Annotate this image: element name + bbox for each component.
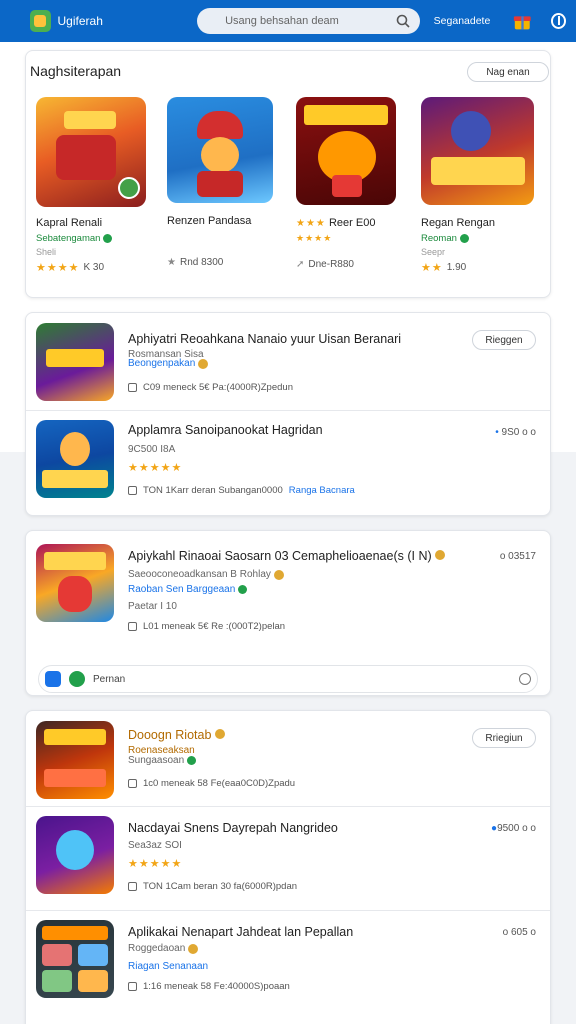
app-developer: Reoman: [421, 233, 546, 244]
action-chip-bar[interactable]: Pernan: [38, 665, 538, 693]
app-category: Sheli: [36, 247, 57, 257]
app-subtitle: Roggedaoan: [128, 943, 199, 954]
chip-label[interactable]: Pernan: [93, 674, 125, 685]
app-meta: L01 meneak 5€ Re :(000T2)pelan: [128, 621, 285, 632]
verified-icon: [459, 234, 469, 243]
search-icon[interactable]: [396, 14, 410, 28]
app-icon[interactable]: [36, 544, 114, 622]
featured-title: Naghsiterapan: [30, 63, 122, 79]
app-rating: ★★ 1.90: [421, 262, 467, 274]
verified-icon: [103, 234, 113, 243]
app-rating: ★★★★ K 30: [36, 262, 105, 274]
app-icon[interactable]: [167, 97, 273, 203]
list-item[interactable]: Aphiyatri Reoahkana Nanaio yuur Uisan Be…: [26, 313, 550, 411]
app-rating: ★★★★★: [128, 858, 183, 870]
app-subtitle: Sea3az SOI: [128, 840, 182, 851]
share-icon: [128, 486, 137, 495]
app-meta: 1c0 meneak 58 Fe(eaa0C0D)Zpadu: [128, 778, 295, 789]
app-icon[interactable]: [421, 97, 534, 205]
verified-icon: [238, 585, 248, 594]
price-label[interactable]: o 03517: [500, 551, 536, 562]
play-icon[interactable]: [69, 671, 85, 687]
featured-app-1[interactable]: Kapral Renali Sebatengaman Sheli ★★★★ K 3…: [36, 97, 161, 274]
app-title[interactable]: Applamra Sanoipanookat Hagridan: [128, 423, 323, 437]
app-meta: TON 1Karr deran Subangan0000 Ranga Bacnar…: [128, 485, 355, 496]
list-item[interactable]: Dooogn Riotab Roenaseaksan Sungaasoan 1c…: [26, 711, 550, 807]
list-item[interactable]: Apiykahl Rinaoai Saosarn 03 Cemaphelioae…: [26, 531, 550, 659]
app-name[interactable]: Ugiferah: [58, 14, 133, 28]
app-rating-stars: ★★★★: [296, 233, 333, 243]
emoji-icon: [214, 729, 225, 739]
app-list-card-1: Aphiyatri Reoahkana Nanaio yuur Uisan Be…: [25, 312, 551, 516]
app-icon[interactable]: [36, 323, 114, 401]
app-icon[interactable]: [296, 97, 396, 205]
app-category: Seepr: [421, 247, 446, 257]
app-rating: ➚ Dne-R880: [296, 259, 354, 270]
app-developer[interactable]: Riagan Senanaan: [128, 961, 208, 972]
app-subtitle: Saeooconeoadkansan B Rohlay: [128, 569, 284, 580]
price-label[interactable]: • 9S0 o o: [495, 427, 536, 438]
app-meta: TON 1Cam beran 30 fa(6000R)pdan: [128, 881, 297, 892]
app-store-icon[interactable]: [45, 671, 61, 687]
app-name: ★★★ Reer E00: [296, 217, 376, 229]
app-icon[interactable]: [36, 420, 114, 498]
app-developer[interactable]: Sungaasoan: [128, 755, 197, 766]
featured-app-3[interactable]: ★★★ Reer E00 ★★★★ ➚ Dne-R880: [296, 97, 421, 270]
app-rating: ★★★★★: [128, 462, 183, 474]
app-developer[interactable]: Beongenpakan: [128, 358, 209, 369]
app-title[interactable]: Nacdayai Snens Dayrepah Nangrideo: [128, 821, 338, 835]
search-placeholder: Usang behsahan deam: [225, 15, 339, 27]
emoji-icon: [198, 358, 209, 369]
app-list-card-2: Apiykahl Rinaoai Saosarn 03 Cemaphelioae…: [25, 530, 551, 696]
share-icon: [128, 622, 137, 631]
app-title[interactable]: Apiykahl Rinaoai Saosarn 03 Cemaphelioae…: [128, 549, 446, 563]
share-icon: [128, 882, 137, 891]
gift-icon[interactable]: [512, 10, 533, 32]
emoji-icon: [273, 569, 284, 580]
see-more-button[interactable]: Nag enan: [467, 62, 549, 82]
app-size: Paetar I 10: [128, 601, 177, 612]
app-name: Renzen Pandasa: [167, 215, 252, 227]
app-icon[interactable]: [36, 816, 114, 894]
sign-in-link[interactable]: Seganadete: [434, 15, 491, 27]
app-logo-icon[interactable]: [30, 10, 51, 32]
app-name: Kapral Renali: [36, 217, 103, 229]
list-item[interactable]: Nacdayai Snens Dayrepah Nangrideo Sea3az…: [26, 807, 550, 910]
emoji-icon: [188, 943, 199, 954]
app-name: Regan Rengan: [421, 217, 496, 229]
list-item[interactable]: Aplikakai Nenapart Jahdeat lan Pepallan …: [26, 911, 550, 1021]
price-label[interactable]: o 605 o: [503, 927, 536, 938]
app-developer[interactable]: Raoban Sen Barggeaan: [128, 584, 248, 595]
share-icon: [128, 982, 137, 991]
app-icon[interactable]: [36, 97, 146, 207]
app-meta: 1:16 meneak 58 Fe:40000S)poaan: [128, 981, 290, 992]
app-list-card-3: Dooogn Riotab Roenaseaksan Sungaasoan 1c…: [25, 710, 551, 1024]
install-button[interactable]: Rriegiun: [472, 728, 536, 748]
more-icon[interactable]: [519, 673, 531, 685]
verified-icon: [187, 756, 197, 765]
app-title[interactable]: Dooogn Riotab: [128, 728, 225, 742]
install-button[interactable]: Rieggen: [472, 330, 536, 350]
app-developer: Sebatengaman: [36, 233, 161, 244]
emoji-icon: [435, 550, 446, 560]
app-meta: C09 meneck 5€ Pa:(4000R)Zpedun: [128, 382, 293, 393]
app-icon[interactable]: [36, 920, 114, 998]
top-bar: Ugiferah Usang behsahan deam Seganadete: [0, 0, 576, 42]
app-title[interactable]: Aphiyatri Reoahkana Nanaio yuur Uisan Be…: [128, 332, 401, 346]
app-title[interactable]: Aplikakai Nenapart Jahdeat lan Pepallan: [128, 925, 353, 939]
featured-app-2[interactable]: Renzen Pandasa ★ Rnd 8300: [167, 97, 292, 268]
share-icon: [128, 383, 137, 392]
power-icon[interactable]: [550, 13, 567, 29]
list-item[interactable]: Applamra Sanoipanookat Hagridan 9C500 I8…: [26, 411, 550, 517]
app-rating: ★ Rnd 8300: [167, 257, 224, 268]
app-subtitle: 9C500 I8A: [128, 444, 176, 455]
app-icon[interactable]: [36, 721, 114, 799]
search-input[interactable]: Usang behsahan deam: [197, 8, 420, 34]
share-icon: [128, 779, 137, 788]
featured-app-4[interactable]: Regan Rengan Reoman Seepr ★★ 1.90: [421, 97, 546, 274]
price-label[interactable]: ●9500 o o: [491, 823, 536, 834]
